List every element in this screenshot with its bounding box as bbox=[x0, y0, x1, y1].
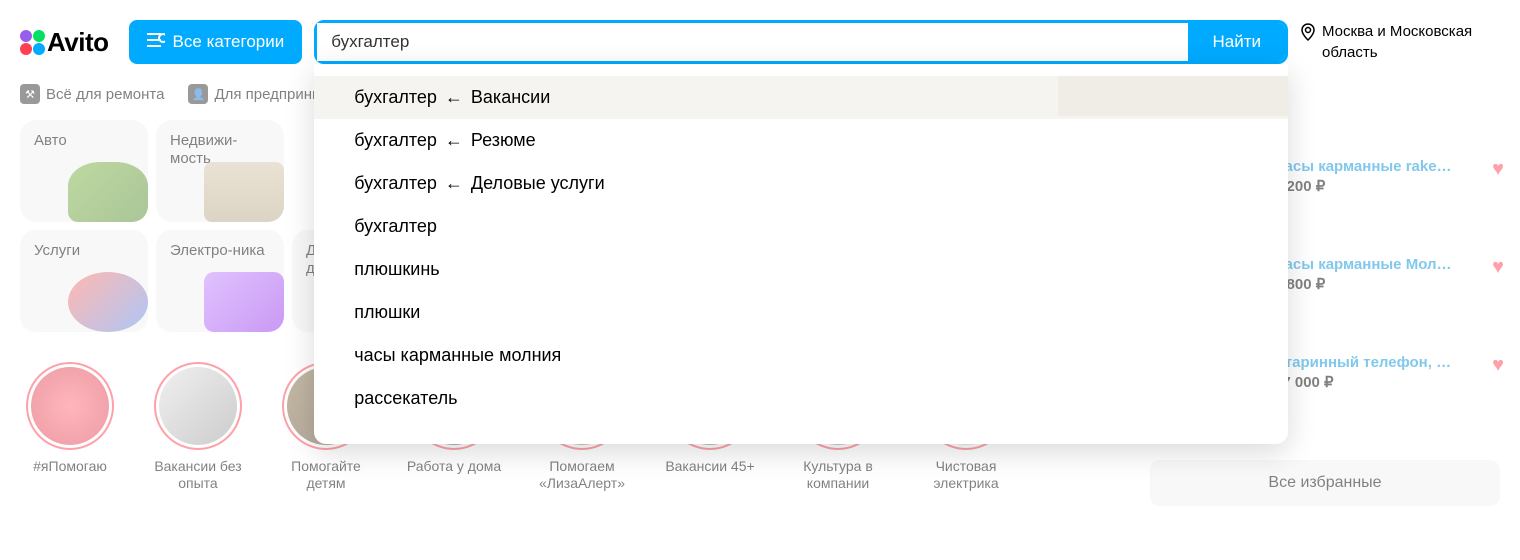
dropdown-item[interactable]: бухгалтер ← Деловые услуги bbox=[314, 162, 1288, 205]
favorite-name: Старинный телефон, … bbox=[1274, 354, 1464, 371]
category-card-realestate[interactable]: Недвижи-мость bbox=[156, 120, 284, 222]
favorite-name: Часы карманные Мол… bbox=[1274, 256, 1464, 273]
search-wrap: Найти бухгалтер ← Вакансии бухгалтер ← Р… bbox=[314, 20, 1288, 64]
categories-label: Все категории bbox=[173, 32, 285, 52]
search-box: Найти bbox=[314, 20, 1288, 64]
heart-icon[interactable]: ♥ bbox=[1492, 256, 1504, 279]
dropdown-preview-image bbox=[1058, 76, 1288, 116]
phone-image bbox=[204, 272, 284, 332]
nav-tag[interactable]: ⚒ Всё для ремонта bbox=[20, 84, 164, 104]
logo[interactable]: Avito bbox=[20, 27, 109, 58]
dropdown-item[interactable]: плюшкинь bbox=[314, 248, 1288, 291]
pin-icon bbox=[1300, 23, 1316, 47]
logo-text: Avito bbox=[47, 27, 109, 58]
heart-icon[interactable]: ♥ bbox=[1492, 354, 1504, 377]
all-favorites-button[interactable]: Все избранные bbox=[1150, 460, 1500, 506]
heart-icon[interactable]: ♥ bbox=[1492, 158, 1504, 181]
favorite-name: Часы карманные rake… bbox=[1274, 158, 1464, 175]
category-card-auto[interactable]: Авто bbox=[20, 120, 148, 222]
favorite-price: 7 200 ₽ bbox=[1274, 177, 1500, 195]
search-button[interactable]: Найти bbox=[1188, 23, 1285, 61]
category-card-services[interactable]: Услуги bbox=[20, 230, 148, 332]
location-selector[interactable]: Москва и Московская область bbox=[1300, 21, 1500, 63]
favorite-price: 27 000 ₽ bbox=[1274, 373, 1500, 391]
briefcase-icon: 👤 bbox=[188, 84, 208, 104]
category-card-electronics[interactable]: Электро-ника bbox=[156, 230, 284, 332]
dropdown-item[interactable]: часы карманные молния bbox=[314, 334, 1288, 377]
list-icon bbox=[147, 32, 165, 52]
search-dropdown: бухгалтер ← Вакансии бухгалтер ← Резюме … bbox=[314, 64, 1288, 444]
location-text: Москва и Московская область bbox=[1322, 21, 1500, 63]
roller-image bbox=[68, 272, 148, 332]
header: Avito Все категории Найти бухгалтер ← Ва… bbox=[0, 0, 1520, 84]
search-input[interactable] bbox=[317, 23, 1188, 61]
dropdown-item[interactable]: плюшки bbox=[314, 291, 1288, 334]
categories-button[interactable]: Все категории bbox=[129, 20, 303, 64]
story-item[interactable]: #яПомогаю bbox=[20, 362, 120, 492]
favorite-price: 1 800 ₽ bbox=[1274, 275, 1500, 293]
dropdown-item[interactable]: рассекатель bbox=[314, 377, 1288, 420]
story-item[interactable]: Вакансии без опыта bbox=[148, 362, 248, 492]
dropdown-item[interactable]: бухгалтер bbox=[314, 205, 1288, 248]
tools-icon: ⚒ bbox=[20, 84, 40, 104]
car-image bbox=[68, 162, 148, 222]
dropdown-item[interactable]: бухгалтер ← Резюме bbox=[314, 119, 1288, 162]
house-image bbox=[204, 162, 284, 222]
